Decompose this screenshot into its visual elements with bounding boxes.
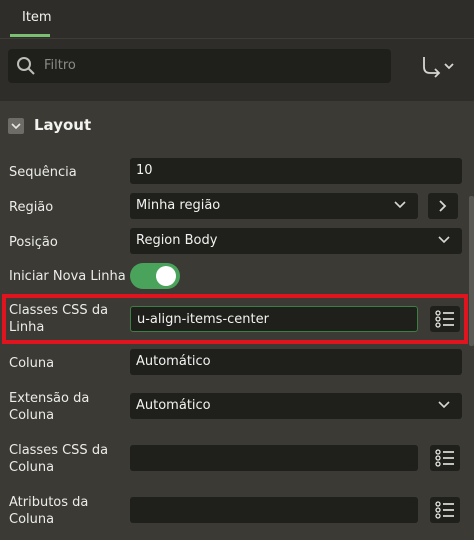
go-to-region-button[interactable] <box>428 193 458 219</box>
posicao-label: Posição <box>9 235 58 250</box>
posicao-select[interactable]: Region Body <box>130 228 462 254</box>
goto-button[interactable] <box>418 53 458 81</box>
atributos-coluna-label-line2: Coluna <box>9 512 55 527</box>
coluna-value: Automático <box>136 354 211 369</box>
search-input[interactable]: Filtro <box>8 49 391 83</box>
collapse-icon[interactable] <box>8 118 24 134</box>
classes-css-linha-input[interactable]: u-align-items-center <box>130 306 418 332</box>
search-placeholder: Filtro <box>44 58 76 73</box>
tab-item-label: Item <box>22 10 52 25</box>
classes-css-linha-value: u-align-items-center <box>137 312 269 327</box>
coluna-select[interactable]: Automático <box>130 349 462 375</box>
tab-item[interactable]: Item <box>10 0 52 38</box>
regiao-value: Minha região <box>136 198 221 213</box>
chevron-right-icon <box>439 200 447 212</box>
search-bar: Filtro <box>0 38 474 101</box>
section-title: Layout <box>34 116 92 134</box>
chevron-down-icon <box>394 201 406 209</box>
extensao-coluna-select[interactable]: Automático <box>130 393 462 419</box>
atributos-coluna-label-line1: Atributos da <box>9 495 89 510</box>
regiao-select[interactable]: Minha região <box>130 193 418 219</box>
coluna-label: Coluna <box>9 356 55 371</box>
classes-css-linha-list-button[interactable] <box>430 306 460 332</box>
classes-css-coluna-list-button[interactable] <box>430 445 460 471</box>
toggle-knob <box>156 266 176 286</box>
sequencia-label: Sequência <box>9 165 77 180</box>
classes-css-coluna-label-line2: Coluna <box>9 460 55 475</box>
search-icon <box>17 57 35 75</box>
active-tab-indicator <box>10 34 50 37</box>
classes-css-linha-label-line2: Linha <box>9 320 45 335</box>
posicao-value: Region Body <box>136 233 218 248</box>
iniciar-nova-linha-toggle[interactable] <box>130 263 180 289</box>
extensao-coluna-value: Automático <box>136 398 211 413</box>
classes-css-linha-label-line1: Classes CSS da <box>9 303 109 318</box>
tab-bar: Item <box>0 0 474 38</box>
classes-css-coluna-label-line1: Classes CSS da <box>9 443 109 458</box>
list-icon <box>435 310 454 328</box>
extensao-coluna-label-line2: Coluna <box>9 408 55 423</box>
atributos-coluna-input[interactable] <box>130 497 418 523</box>
goto-arrow-icon <box>423 57 454 78</box>
iniciar-nova-linha-label: Iniciar Nova Linha <box>9 269 126 284</box>
regiao-label: Região <box>9 200 54 215</box>
list-icon <box>435 501 454 519</box>
sequencia-value: 10 <box>136 163 153 178</box>
extensao-coluna-label-line1: Extensão da <box>9 391 90 406</box>
atributos-coluna-list-button[interactable] <box>430 497 460 523</box>
sequencia-input[interactable]: 10 <box>130 158 462 184</box>
classes-css-coluna-input[interactable] <box>130 445 418 471</box>
list-icon <box>435 449 454 467</box>
scrollbar[interactable] <box>469 196 474 346</box>
chevron-down-icon <box>438 236 450 244</box>
chevron-down-icon <box>438 401 450 409</box>
